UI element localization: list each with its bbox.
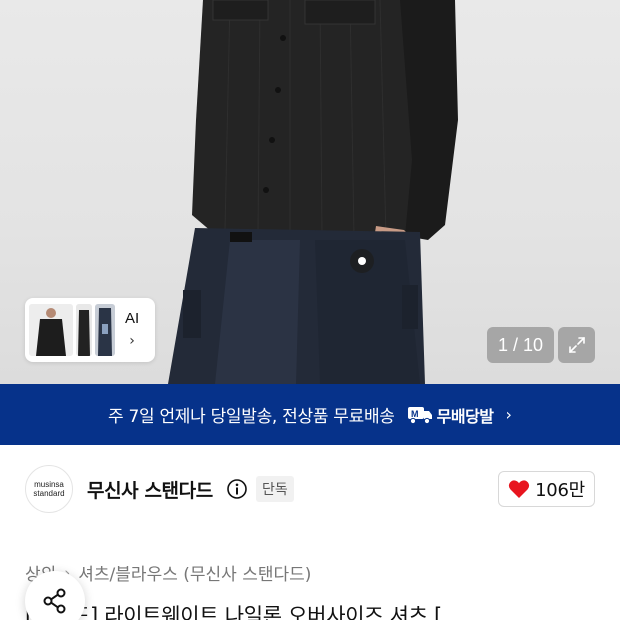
delivery-truck-icon: M <box>407 406 432 424</box>
thumbnail-strip <box>29 302 115 358</box>
delivery-banner[interactable]: 주 7일 언제나 당일발송, 전상품 무료배송 M 무배당발 › <box>0 384 620 445</box>
brand-row: musinsa standard 무신사 스탠다드 단독 106만 <box>0 445 620 533</box>
share-icon <box>43 588 66 614</box>
brand-name[interactable]: 무신사 스탠다드 <box>87 476 213 503</box>
delivery-banner-text: 주 7일 언제나 당일발송, 전상품 무료배송 <box>108 407 395 427</box>
breadcrumb-item-shirts[interactable]: 셔츠/블라우스 (무신사 스탠다드) <box>78 560 311 585</box>
thumbnail-3 <box>95 304 115 356</box>
thumbnail-2 <box>76 304 92 356</box>
brand-logo-line2: standard <box>33 489 65 498</box>
expand-icon <box>568 337 585 353</box>
ai-label: AI <box>125 310 140 327</box>
chevron-right-icon: › <box>129 333 135 349</box>
product-image[interactable]: AI › 1 / 10 <box>0 0 620 384</box>
like-count: 106만 <box>535 480 585 501</box>
heart-icon <box>509 480 530 498</box>
brand-logo-line1: musinsa <box>34 480 64 489</box>
ai-styling-thumbnail[interactable]: AI › <box>25 298 155 362</box>
expand-button[interactable] <box>558 327 595 363</box>
free-delivery-logo: M 무배당발 <box>407 403 494 427</box>
svg-text:M: M <box>411 409 419 419</box>
thumbnail-1 <box>29 304 73 356</box>
exclusive-badge: 단독 <box>256 476 294 502</box>
product-title: [레전드] 라이트웨이트 나일론 오버사이즈 셔츠 [ <box>25 604 442 620</box>
like-button[interactable]: 106만 <box>498 471 595 507</box>
image-counter: 1 / 10 <box>487 327 554 363</box>
chevron-right-icon: › <box>505 405 512 424</box>
free-delivery-label: 무배당발 <box>436 406 494 426</box>
brand-logo[interactable]: musinsa standard <box>25 465 73 513</box>
info-icon[interactable] <box>226 478 248 500</box>
product-hotspot-dot[interactable] <box>350 249 374 273</box>
